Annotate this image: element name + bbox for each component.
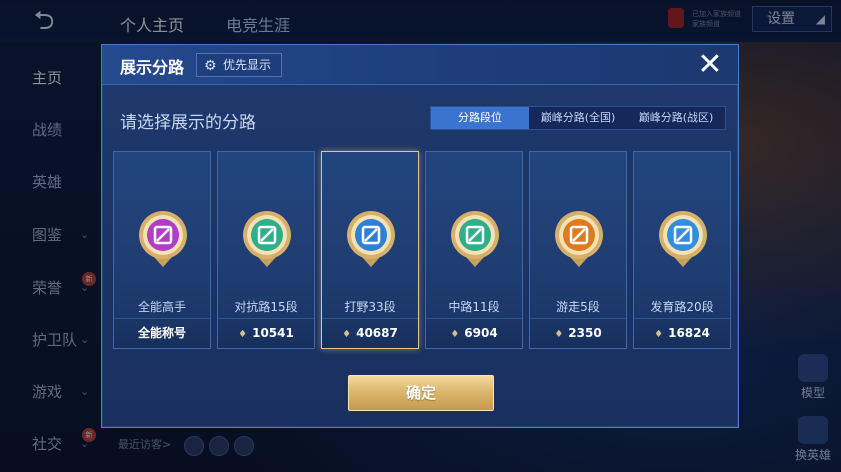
lane-type-tabs: 分路段位 巅峰分路(全国) 巅峰分路(战区) bbox=[430, 106, 726, 130]
farm-lane-badge-icon bbox=[659, 211, 707, 267]
lane-card[interactable]: 中路11段 ♦ 6904 bbox=[425, 151, 523, 349]
lane-card-name: 对抗路15段 bbox=[234, 300, 298, 314]
lane-card-value: 40687 bbox=[356, 326, 398, 340]
lane-card[interactable]: 全能高手 全能称号 bbox=[113, 151, 211, 349]
tab-lane-rank[interactable]: 分路段位 bbox=[431, 107, 529, 129]
close-icon[interactable]: ✕ bbox=[692, 47, 728, 83]
lane-display-dialog: 展示分路 ⚙ 优先显示 ✕ 请选择展示的分路 分路段位 巅峰分路(全国) 巅峰分… bbox=[101, 44, 739, 428]
lane-card-name: 发育路20段 bbox=[650, 300, 714, 314]
lane-card-footer: ♦ 40687 bbox=[322, 318, 418, 348]
dialog-header: 展示分路 ⚙ 优先显示 ✕ bbox=[102, 45, 738, 85]
tab-peak-national[interactable]: 巅峰分路(全国) bbox=[529, 107, 627, 129]
lane-card[interactable]: 发育路20段 ♦ 16824 bbox=[633, 151, 731, 349]
lane-card-value: 16824 bbox=[668, 326, 710, 340]
gem-icon: ♦ bbox=[450, 329, 460, 340]
lane-card-name: 游走5段 bbox=[556, 300, 600, 314]
lane-card[interactable]: 打野33段 ♦ 40687 bbox=[321, 151, 419, 349]
tab-peak-region[interactable]: 巅峰分路(战区) bbox=[627, 107, 725, 129]
gear-icon: ⚙ bbox=[204, 58, 217, 74]
all-round-badge-icon bbox=[139, 211, 187, 267]
lane-cards: 全能高手 全能称号 对抗路15段 ♦ 10541 打野33段 ♦ 40687 中路11段 ♦ 690… bbox=[113, 151, 731, 349]
priority-display-label: 优先显示 bbox=[223, 58, 272, 72]
lane-card-name: 打野33段 bbox=[344, 300, 396, 314]
roam-badge-icon bbox=[555, 211, 603, 267]
lane-card-name: 全能高手 bbox=[137, 300, 186, 314]
dialog-subtitle: 请选择展示的分路 bbox=[120, 113, 256, 133]
priority-display-button[interactable]: ⚙ 优先显示 bbox=[196, 53, 282, 77]
lane-card-footer: 全能称号 bbox=[114, 318, 210, 348]
lane-card-value: 10541 bbox=[252, 326, 294, 340]
lane-card-name: 中路11段 bbox=[448, 300, 500, 314]
mid-lane-badge-icon bbox=[451, 211, 499, 267]
lane-card-value: 2350 bbox=[568, 326, 602, 340]
lane-card-footer: ♦ 2350 bbox=[530, 318, 626, 348]
lane-card-value: 6904 bbox=[464, 326, 498, 340]
gem-icon: ♦ bbox=[238, 329, 248, 340]
jungle-badge-icon bbox=[347, 211, 395, 267]
lane-card[interactable]: 游走5段 ♦ 2350 bbox=[529, 151, 627, 349]
gem-icon: ♦ bbox=[554, 329, 564, 340]
lane-card[interactable]: 对抗路15段 ♦ 10541 bbox=[217, 151, 315, 349]
gem-icon: ♦ bbox=[654, 329, 664, 340]
lane-card-value: 全能称号 bbox=[137, 326, 186, 340]
gem-icon: ♦ bbox=[342, 329, 352, 340]
lane-card-footer: ♦ 10541 bbox=[218, 318, 314, 348]
confirm-button[interactable]: 确定 bbox=[348, 375, 494, 411]
lane-card-footer: ♦ 16824 bbox=[634, 318, 730, 348]
dialog-title: 展示分路 bbox=[120, 58, 185, 77]
lane-card-footer: ♦ 6904 bbox=[426, 318, 522, 348]
clash-lane-badge-icon bbox=[243, 211, 291, 267]
